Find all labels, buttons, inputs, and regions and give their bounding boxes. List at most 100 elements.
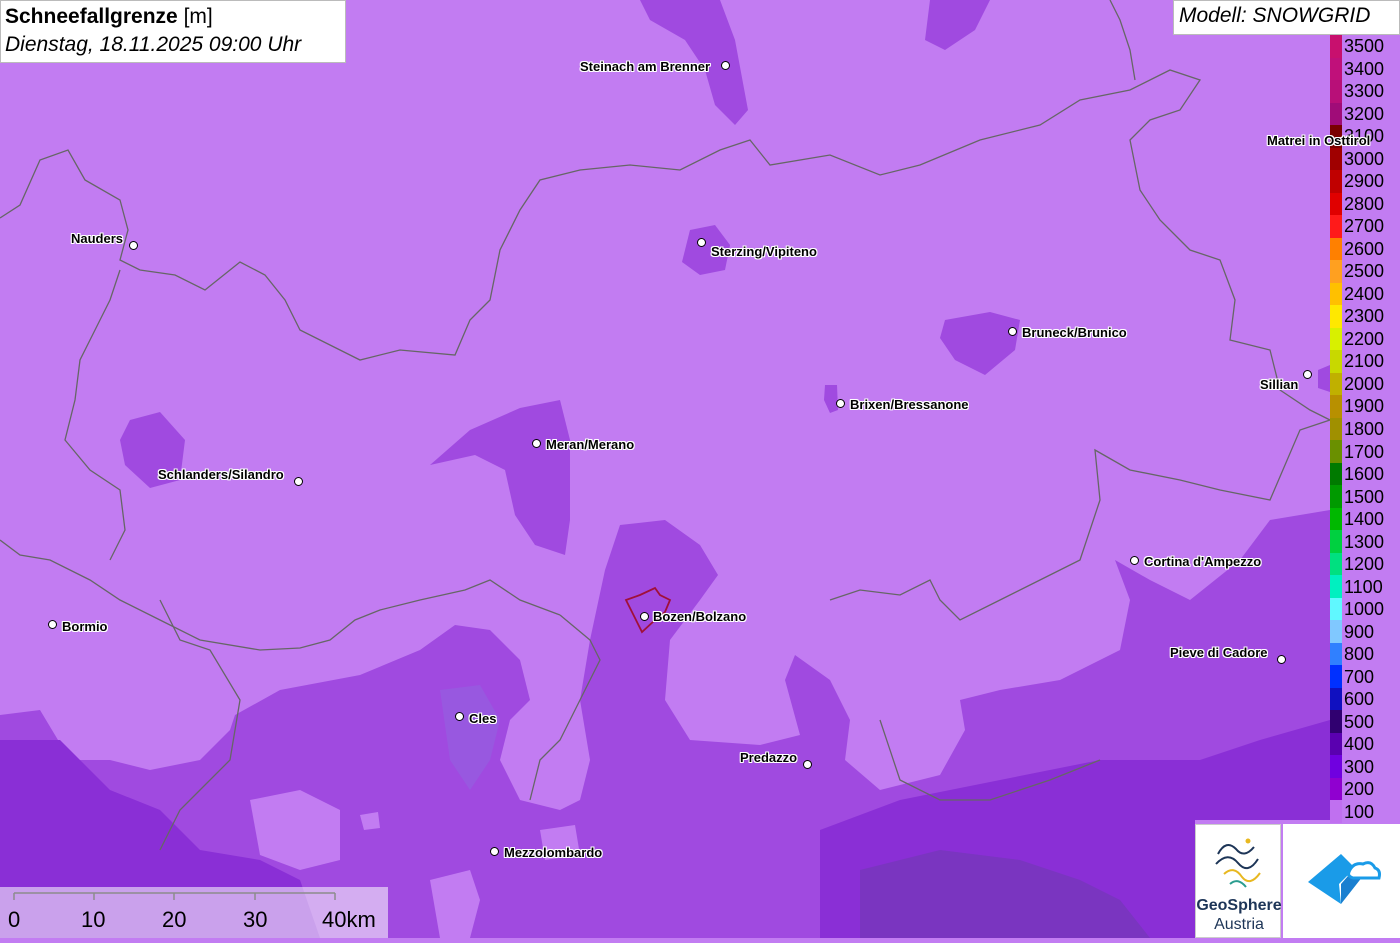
legend-label: 300 [1344, 756, 1375, 777]
legend-label: 1000 [1344, 599, 1385, 620]
city-label[interactable]: Brixen/Bressanone [850, 397, 969, 412]
legend-label: 1900 [1344, 396, 1385, 417]
legend-swatch [1330, 665, 1342, 689]
weather-app-icon [1308, 854, 1381, 904]
city-label[interactable]: Pieve di Cadore [1170, 645, 1268, 660]
map-title-unit: [m] [183, 5, 213, 28]
legend-label: 400 [1344, 734, 1375, 755]
legend-swatch [1330, 462, 1342, 486]
city-marker-icon[interactable] [129, 241, 138, 250]
logo-text-austria: Austria [1214, 916, 1264, 933]
city-marker-icon[interactable] [1008, 327, 1017, 336]
city-marker-icon[interactable] [294, 477, 303, 486]
legend-label: 2300 [1344, 306, 1385, 327]
legend-swatch [1330, 732, 1342, 756]
legend-swatch [1330, 282, 1342, 306]
map-title-panel: Schneefallgrenze [m] Dienstag, 18.11.202… [0, 0, 346, 63]
city-label[interactable]: Cles [469, 711, 496, 726]
legend-label: 2800 [1344, 193, 1385, 214]
legend-swatch [1330, 350, 1342, 374]
city-label[interactable]: Bruneck/Brunico [1022, 325, 1127, 340]
legend-label: 2500 [1344, 261, 1385, 282]
app-logo[interactable] [1283, 824, 1400, 938]
city-marker-icon[interactable] [1130, 556, 1139, 565]
legend-label: 800 [1344, 644, 1375, 665]
legend-swatch [1330, 372, 1342, 396]
city-marker-icon[interactable] [640, 612, 649, 621]
legend-label: 1400 [1344, 509, 1385, 530]
city-marker-icon[interactable] [532, 439, 541, 448]
legend-label: 1500 [1344, 486, 1385, 507]
legend-swatch [1330, 687, 1342, 711]
scale-tick-0: 0 [8, 907, 21, 932]
city-label[interactable]: Matrei in Osttirol [1267, 133, 1370, 148]
legend-label: 1100 [1344, 576, 1383, 597]
city-label[interactable]: Nauders [71, 231, 123, 246]
city-label[interactable]: Cortina d'Ampezzo [1144, 554, 1261, 569]
legend-label: 500 [1344, 711, 1375, 732]
map-subtitle-date: Dienstag, 18.11.2025 09:00 Uhr [5, 33, 302, 56]
legend-swatch [1330, 507, 1342, 531]
legend-swatch [1330, 575, 1342, 599]
legend-label: 2900 [1344, 171, 1385, 192]
scale-tick-20: 20 [162, 907, 187, 932]
scale-tick-40km: 40km [322, 907, 376, 932]
city-marker-icon[interactable] [490, 847, 499, 856]
city-label[interactable]: Bozen/Bolzano [653, 609, 746, 624]
city-label[interactable]: Meran/Merano [546, 437, 634, 452]
city-label[interactable]: Sillian [1260, 377, 1298, 392]
legend-label: 3400 [1344, 58, 1385, 79]
legend-label: 2600 [1344, 238, 1385, 259]
legend-label: 3300 [1344, 81, 1385, 102]
city-marker-icon[interactable] [803, 760, 812, 769]
legend-swatch [1330, 305, 1342, 329]
city-label[interactable]: Predazzo [740, 750, 797, 765]
legend-label: 700 [1344, 666, 1375, 687]
city-label[interactable]: Steinach am Brenner [580, 59, 710, 74]
legend-label: 1800 [1344, 419, 1385, 439]
legend-label: 3200 [1344, 103, 1385, 124]
legend-swatch [1330, 755, 1342, 779]
city-label[interactable]: Bormio [62, 619, 108, 634]
geosphere-emblem-icon [1215, 838, 1261, 888]
legend-label: 1600 [1344, 464, 1385, 485]
city-label[interactable]: Schlanders/Silandro [158, 467, 284, 482]
legend-label: 900 [1344, 621, 1375, 642]
legend-swatch [1330, 597, 1342, 621]
legend-swatch [1330, 147, 1342, 171]
legend-swatch [1330, 642, 1342, 666]
city-marker-icon[interactable] [721, 61, 730, 70]
legend-swatch [1330, 620, 1342, 644]
city-marker-icon[interactable] [1303, 370, 1312, 379]
legend-label: 1200 [1344, 554, 1385, 575]
legend-swatch [1330, 35, 1342, 58]
city-marker-icon[interactable] [48, 620, 57, 629]
city-label[interactable]: Mezzolombardo [504, 845, 602, 860]
city-marker-icon[interactable] [1277, 655, 1286, 664]
legend-swatch [1330, 530, 1342, 554]
legend-label: 2000 [1344, 373, 1385, 394]
legend-swatch [1330, 215, 1342, 239]
legend-swatch [1330, 57, 1342, 81]
city-label[interactable]: Sterzing/Vipiteno [711, 244, 817, 259]
map-title: Schneefallgrenze [m] [5, 3, 341, 31]
legend-swatch [1330, 260, 1342, 284]
legend-swatch [1330, 80, 1342, 104]
legend-swatch [1330, 102, 1342, 126]
color-legend: 3500 3400 3300 3200 3100 3000 2900 2800 2700 2600… [1330, 35, 1400, 824]
legend-swatch [1330, 237, 1342, 261]
city-marker-icon[interactable] [836, 399, 845, 408]
legend-label: 100 [1344, 801, 1375, 822]
legend-label: 2400 [1344, 283, 1385, 304]
model-label: Modell: SNOWGRID [1173, 0, 1400, 35]
city-marker-icon[interactable] [697, 238, 706, 247]
legend-label: 2700 [1344, 216, 1385, 237]
legend-swatch [1330, 170, 1342, 194]
geosphere-logo[interactable]: GeoSphere Austria [1195, 824, 1282, 938]
legend-swatch [1330, 552, 1342, 576]
city-marker-icon[interactable] [455, 712, 464, 721]
scale-tick-30: 30 [243, 907, 268, 932]
legend-label: 600 [1344, 689, 1375, 710]
legend-label: 2200 [1344, 328, 1385, 349]
legend-swatch [1330, 485, 1342, 509]
